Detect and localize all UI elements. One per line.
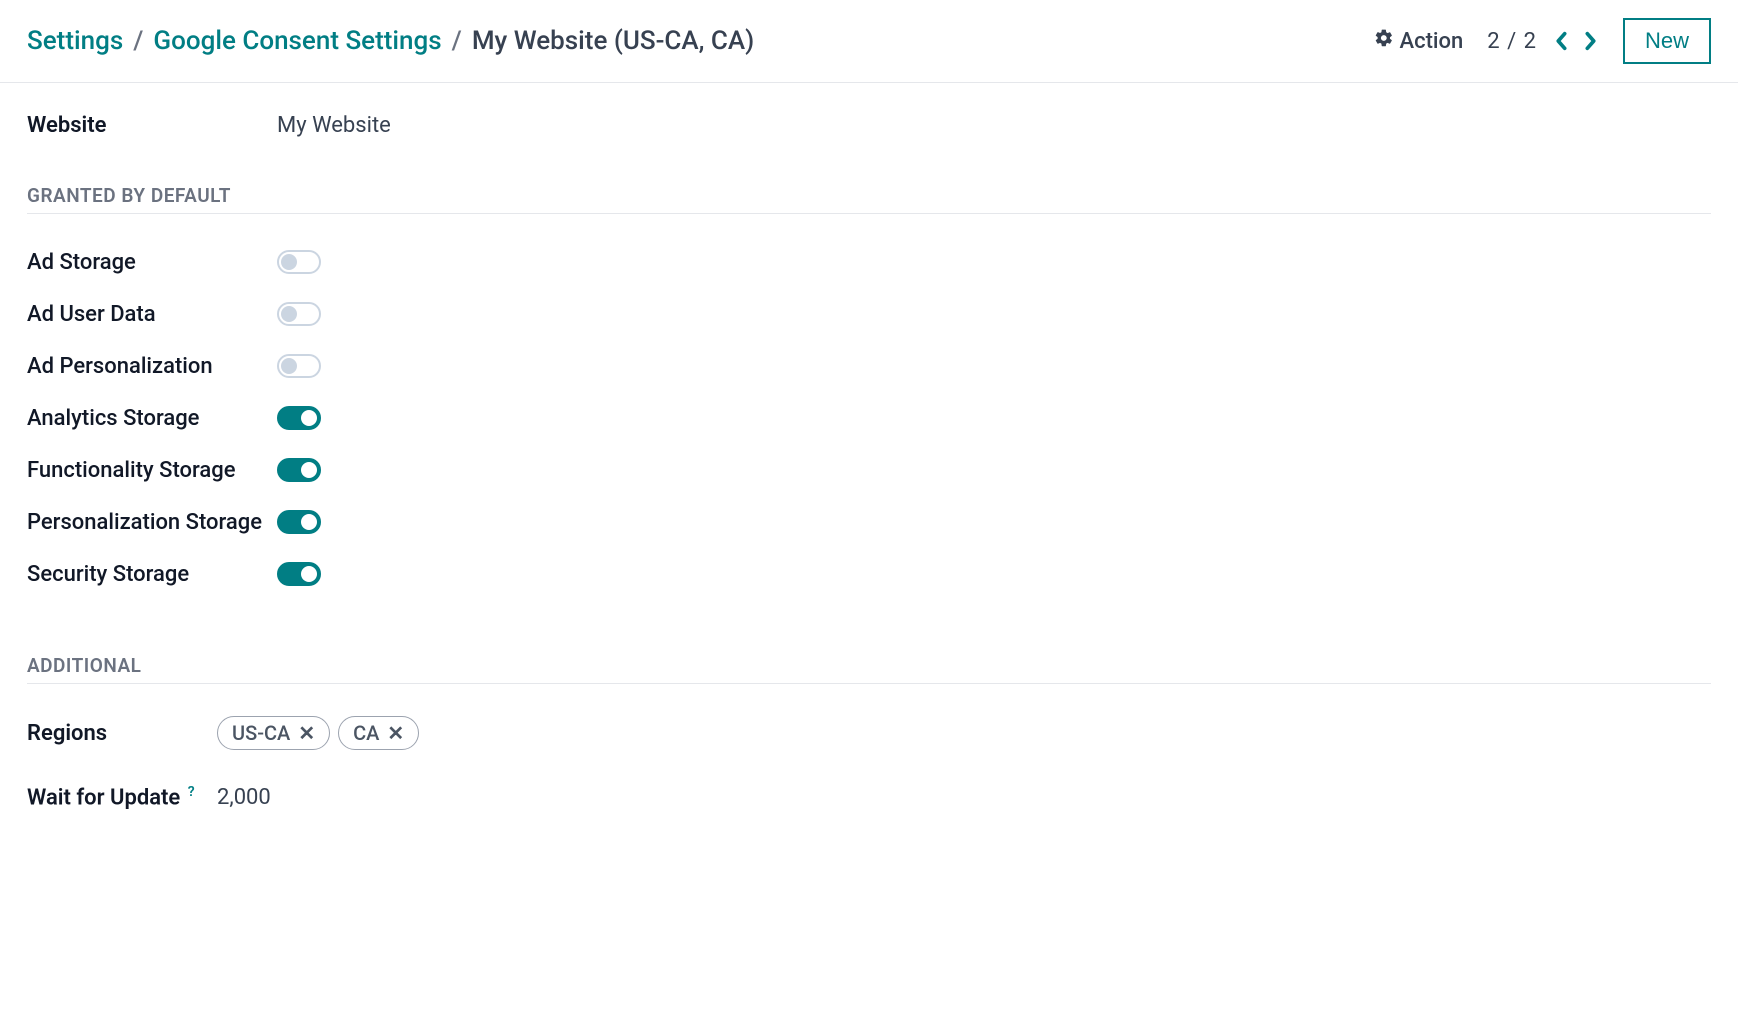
- default-row-label: Personalization Storage: [27, 510, 277, 535]
- website-row: Website My Website: [27, 113, 1711, 138]
- header-actions: Action 2 / 2 New: [1374, 18, 1711, 64]
- chevron-left-icon: [1553, 30, 1569, 52]
- default-row-label: Ad Storage: [27, 250, 277, 275]
- chevron-right-icon: [1583, 30, 1599, 52]
- breadcrumb-mid-link[interactable]: Google Consent Settings: [153, 26, 441, 56]
- page-header: Settings / Google Consent Settings / My …: [0, 0, 1738, 83]
- pager-text[interactable]: 2 / 2: [1487, 29, 1537, 54]
- action-menu-button[interactable]: Action: [1374, 28, 1464, 54]
- toggle[interactable]: [277, 406, 321, 430]
- pager-next-button[interactable]: [1583, 30, 1599, 52]
- toggle[interactable]: [277, 302, 321, 326]
- wait-for-update-row: Wait for Update ? 2,000: [27, 772, 1711, 822]
- section-granted-title: Granted by default: [27, 184, 1711, 214]
- regions-tags[interactable]: US-CA ✕ CA ✕: [217, 716, 419, 750]
- wait-for-update-value[interactable]: 2,000: [217, 785, 271, 810]
- breadcrumb-current: My Website (US-CA, CA): [472, 26, 754, 56]
- default-row-label: Security Storage: [27, 562, 277, 587]
- regions-label: Regions: [27, 721, 217, 746]
- pager: 2 / 2: [1487, 29, 1599, 54]
- toggle[interactable]: [277, 510, 321, 534]
- wait-for-update-label: Wait for Update ?: [27, 784, 217, 810]
- region-tag-text: US-CA: [232, 721, 290, 745]
- form-body: Website My Website Granted by default Ad…: [0, 83, 1738, 852]
- gear-icon: [1374, 28, 1394, 54]
- defaults-list: Ad Storage Ad User Data Ad Personalization…: [27, 236, 1711, 600]
- website-value[interactable]: My Website: [277, 113, 391, 138]
- toggle[interactable]: [277, 458, 321, 482]
- default-row-label: Analytics Storage: [27, 406, 277, 431]
- default-row: Personalization Storage: [27, 496, 1711, 548]
- pager-prev-button[interactable]: [1553, 30, 1569, 52]
- default-row: Analytics Storage: [27, 392, 1711, 444]
- default-row: Functionality Storage: [27, 444, 1711, 496]
- toggle[interactable]: [277, 562, 321, 586]
- breadcrumb-separator: /: [452, 26, 462, 56]
- default-row-label: Ad Personalization: [27, 354, 277, 379]
- section-additional-title: Additional: [27, 654, 1711, 684]
- default-row: Ad Storage: [27, 236, 1711, 288]
- action-menu-label: Action: [1400, 29, 1464, 54]
- website-label: Website: [27, 113, 277, 138]
- close-icon[interactable]: ✕: [298, 721, 315, 745]
- region-tag[interactable]: CA ✕: [338, 716, 419, 750]
- breadcrumb-separator: /: [133, 26, 143, 56]
- default-row: Ad User Data: [27, 288, 1711, 340]
- toggle[interactable]: [277, 250, 321, 274]
- default-row-label: Ad User Data: [27, 302, 277, 327]
- default-row-label: Functionality Storage: [27, 458, 277, 483]
- region-tag[interactable]: US-CA ✕: [217, 716, 330, 750]
- default-row: Security Storage: [27, 548, 1711, 600]
- help-icon[interactable]: ?: [188, 784, 195, 800]
- breadcrumb-root-link[interactable]: Settings: [27, 26, 123, 56]
- default-row: Ad Personalization: [27, 340, 1711, 392]
- close-icon[interactable]: ✕: [387, 721, 404, 745]
- breadcrumb: Settings / Google Consent Settings / My …: [27, 26, 1374, 56]
- toggle[interactable]: [277, 354, 321, 378]
- new-button[interactable]: New: [1623, 18, 1711, 64]
- regions-row: Regions US-CA ✕ CA ✕: [27, 708, 1711, 758]
- wait-for-update-label-text: Wait for Update: [27, 785, 180, 810]
- region-tag-text: CA: [353, 721, 379, 745]
